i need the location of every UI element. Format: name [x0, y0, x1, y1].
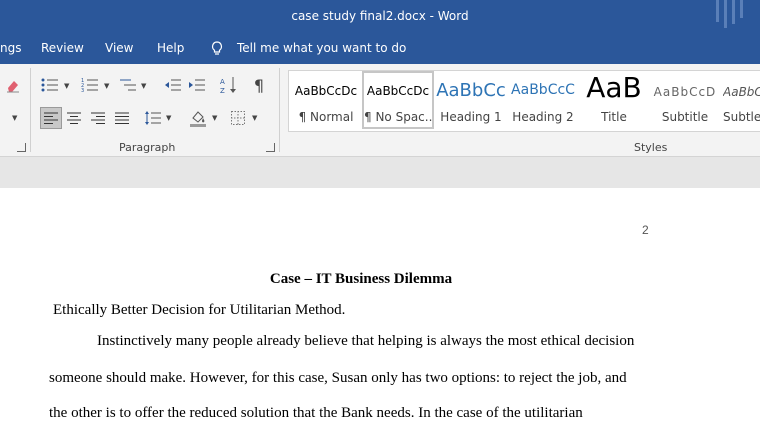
- style-preview: AaBbCc: [436, 80, 506, 101]
- style-preview: AaBbC: [723, 85, 760, 99]
- tab-review[interactable]: Review: [41, 41, 84, 55]
- clear-formatting-icon[interactable]: [4, 76, 22, 94]
- tell-me-search[interactable]: Tell me what you want to do: [237, 41, 406, 55]
- title-bar: case study final2.docx - Word: [0, 0, 760, 34]
- shading-caret-icon[interactable]: ▼: [212, 114, 217, 122]
- style-name: ¶ Normal: [298, 110, 354, 124]
- style-normal[interactable]: AaBbCcDc ¶ Normal: [291, 71, 361, 129]
- borders-caret-icon[interactable]: ▼: [252, 114, 257, 122]
- font-dialog-launcher-icon[interactable]: [17, 143, 26, 152]
- increase-indent-icon[interactable]: [187, 76, 207, 94]
- style-name: Heading 2: [512, 110, 574, 124]
- style-name: Heading 1: [440, 110, 502, 124]
- style-preview: AaBbCcDc: [294, 84, 358, 98]
- numbering-caret-icon[interactable]: ▼: [104, 82, 109, 90]
- align-right-icon[interactable]: [88, 108, 108, 128]
- line-spacing-icon[interactable]: [143, 108, 163, 128]
- show-formatting-marks-icon[interactable]: ¶: [250, 75, 268, 95]
- align-left-icon[interactable]: [40, 107, 62, 129]
- body-line-1: Instinctively many people already believ…: [97, 333, 635, 349]
- svg-text:3: 3: [81, 88, 84, 92]
- decrease-indent-icon[interactable]: [163, 76, 183, 94]
- justify-icon[interactable]: [112, 108, 132, 128]
- multilevel-caret-icon[interactable]: ▼: [141, 82, 146, 90]
- style-name: Subtle: [723, 110, 760, 124]
- svg-text:A: A: [220, 78, 225, 86]
- document-subheading: Ethically Better Decision for Utilitaria…: [53, 302, 346, 318]
- paragraph-group-label: Paragraph: [119, 141, 176, 154]
- styles-group-label: Styles: [634, 141, 668, 154]
- font-color-caret-icon[interactable]: ▼: [12, 114, 17, 122]
- tab-view[interactable]: View: [105, 41, 133, 55]
- style-heading-2[interactable]: AaBbCcC Heading 2: [507, 71, 579, 129]
- multilevel-list-icon[interactable]: [118, 76, 138, 94]
- page-number: 2: [642, 223, 649, 237]
- body-line-2: someone should make. However, for this c…: [49, 370, 627, 386]
- sort-icon[interactable]: AZ: [219, 76, 239, 94]
- svg-text:Z: Z: [220, 87, 225, 94]
- shading-icon[interactable]: [187, 107, 209, 129]
- line-spacing-caret-icon[interactable]: ▼: [166, 114, 171, 122]
- style-name: Subtitle: [661, 110, 709, 124]
- style-preview: AaB: [586, 71, 642, 104]
- style-subtle[interactable]: AaBbC Subtle: [723, 71, 760, 129]
- word-decoration-icon: [716, 0, 743, 28]
- document-heading: Case – IT Business Dilemma: [269, 271, 453, 287]
- body-line-3: the other is to offer the reduced soluti…: [49, 405, 583, 421]
- style-no-spacing[interactable]: AaBbCcDc ¶ No Spac...: [362, 71, 434, 129]
- styles-gallery: AaBbCcDc ¶ Normal AaBbCcDc ¶ No Spac... …: [288, 70, 760, 132]
- bullets-caret-icon[interactable]: ▼: [64, 82, 69, 90]
- style-subtitle[interactable]: AaBbCcD Subtitle: [649, 71, 721, 129]
- document-canvas: [0, 157, 760, 188]
- window-title: case study final2.docx - Word: [291, 9, 469, 23]
- style-preview: AaBbCcDc: [366, 84, 430, 98]
- ribbon-tabs: ngs Review View Help Tell me what you wa…: [0, 34, 760, 64]
- tab-settings-partial[interactable]: ngs: [0, 41, 21, 55]
- lightbulb-icon[interactable]: [211, 41, 223, 57]
- style-preview: AaBbCcC: [511, 82, 575, 98]
- style-preview: AaBbCcD: [653, 85, 717, 99]
- style-heading-1[interactable]: AaBbCc Heading 1: [435, 71, 507, 129]
- numbering-icon[interactable]: 123: [80, 76, 100, 94]
- tab-help[interactable]: Help: [157, 41, 184, 55]
- document-page[interactable]: 2 Case – IT Business Dilemma Ethically B…: [0, 188, 760, 429]
- group-separator: [30, 68, 31, 152]
- paragraph-dialog-launcher-icon[interactable]: [266, 143, 275, 152]
- style-title[interactable]: AaB Title: [579, 71, 649, 129]
- borders-icon[interactable]: [228, 108, 248, 128]
- bullets-icon[interactable]: [40, 76, 60, 94]
- group-separator: [279, 68, 280, 152]
- align-center-icon[interactable]: [64, 108, 84, 128]
- style-name: ¶ No Spac...: [364, 110, 432, 124]
- style-name: Title: [601, 110, 627, 124]
